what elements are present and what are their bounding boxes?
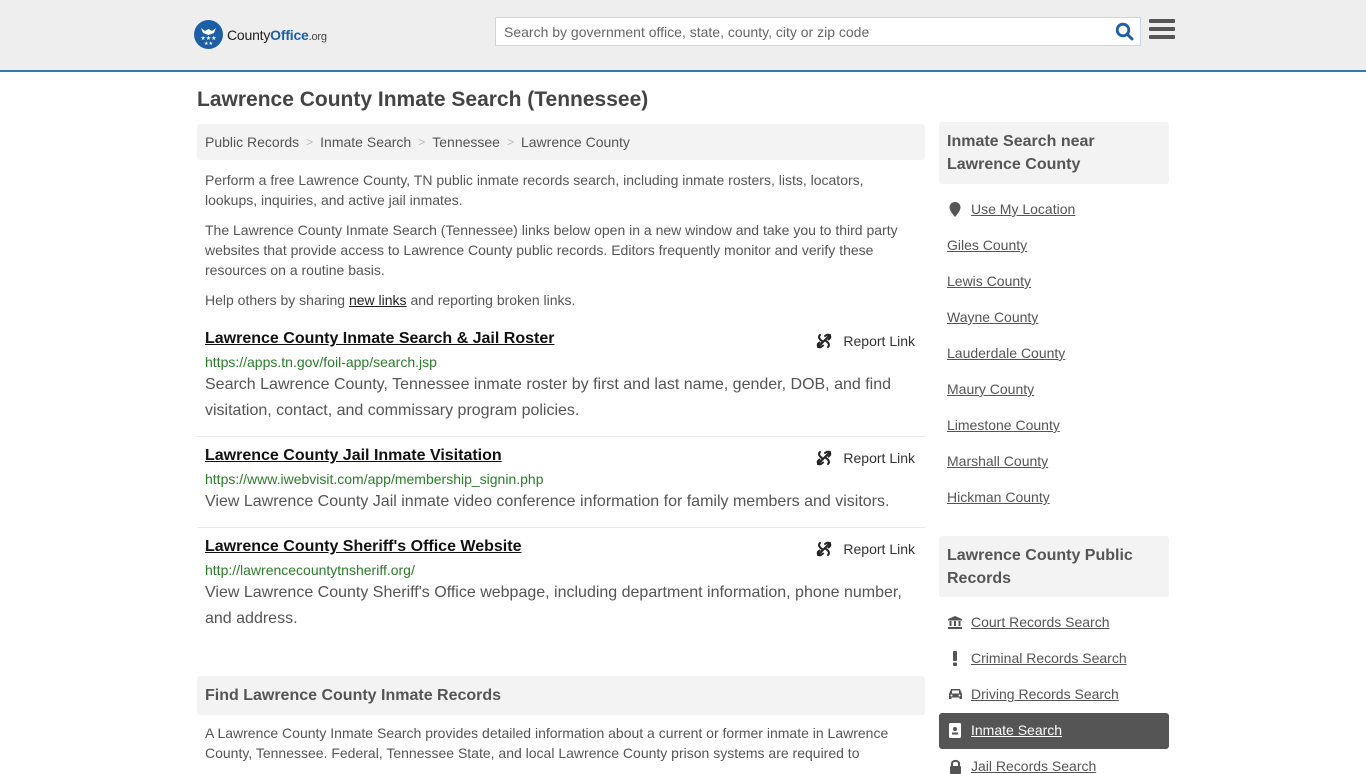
- sidebar-item-inmate-search[interactable]: Inmate Search: [947, 722, 1062, 738]
- map-pin-icon: [947, 201, 963, 217]
- result-item: Lawrence County Inmate Search & Jail Ros…: [197, 330, 925, 437]
- id-badge-icon: [947, 722, 963, 738]
- breadcrumb-separator: >: [306, 135, 314, 149]
- result-url: https://www.iwebvisit.com/app/membership…: [205, 471, 544, 487]
- result-title-link[interactable]: Lawrence County Inmate Search & Jail Ros…: [205, 330, 554, 348]
- sidebar-item-driving-records[interactable]: Driving Records Search: [947, 686, 1119, 702]
- exclamation-icon: [947, 650, 963, 666]
- result-item: Lawrence County Jail Inmate Visitation R…: [197, 447, 925, 528]
- nearby-heading: Inmate Search near Lawrence County: [939, 122, 1169, 184]
- nearby-county-link[interactable]: Lauderdale County: [947, 345, 1065, 361]
- report-link-button[interactable]: Report Link: [816, 541, 915, 557]
- site-header: ★★★ ★★ CountyOffice.org: [0, 0, 1366, 72]
- nearby-county-link[interactable]: Wayne County: [947, 309, 1038, 325]
- intro-paragraph: Perform a free Lawrence County, TN publi…: [205, 172, 864, 208]
- site-logo[interactable]: ★★★ ★★ CountyOffice.org: [194, 20, 327, 49]
- breadcrumb-public-records[interactable]: Public Records: [205, 134, 299, 150]
- breadcrumb-lawrence-county[interactable]: Lawrence County: [521, 134, 630, 150]
- new-links-link[interactable]: new links: [349, 292, 407, 308]
- public-records-heading: Lawrence County Public Records: [939, 536, 1169, 597]
- car-icon: [947, 688, 963, 700]
- sidebar-item-criminal-records[interactable]: Criminal Records Search: [947, 650, 1127, 666]
- broken-link-icon: [817, 541, 832, 557]
- broken-link-icon: [817, 450, 832, 466]
- nearby-county-link[interactable]: Marshall County: [947, 453, 1048, 469]
- result-url: http://lawrencecountytnsheriff.org/: [205, 562, 415, 578]
- result-description: Search Lawrence County, Tennessee inmate…: [205, 376, 892, 419]
- search-icon: [1115, 22, 1133, 41]
- breadcrumb-separator: >: [418, 135, 426, 149]
- use-my-location-link[interactable]: Use My Location: [947, 201, 1075, 217]
- intro-text: Perform a free Lawrence County, TN publi…: [205, 170, 917, 320]
- broken-link-icon: [817, 333, 832, 349]
- find-records-text: A Lawrence County Inmate Search provides…: [205, 725, 889, 761]
- nearby-county-link[interactable]: Limestone County: [947, 417, 1060, 433]
- sidebar-item-court-records[interactable]: Court Records Search: [947, 614, 1110, 630]
- courthouse-icon: [947, 615, 963, 629]
- page-title: Lawrence County Inmate Search (Tennessee…: [197, 88, 649, 111]
- breadcrumb: Public Records > Inmate Search > Tenness…: [197, 124, 925, 160]
- search-input[interactable]: [496, 18, 1108, 45]
- result-description: View Lawrence County Jail inmate video c…: [205, 493, 890, 510]
- report-link-button[interactable]: Report Link: [816, 333, 915, 349]
- breadcrumb-tennessee[interactable]: Tennessee: [432, 134, 500, 150]
- site-search: [495, 17, 1141, 46]
- search-button[interactable]: [1108, 18, 1140, 45]
- sidebar-item-jail-records[interactable]: Jail Records Search: [947, 758, 1096, 774]
- nearby-county-link[interactable]: Lewis County: [947, 273, 1031, 289]
- nearby-county-link[interactable]: Maury County: [947, 381, 1034, 397]
- nearby-county-link[interactable]: Giles County: [947, 237, 1027, 253]
- result-title-link[interactable]: Lawrence County Jail Inmate Visitation: [205, 447, 502, 465]
- result-title-link[interactable]: Lawrence County Sheriff's Office Website: [205, 538, 521, 556]
- breadcrumb-separator: >: [506, 135, 514, 149]
- hamburger-menu-icon[interactable]: [1149, 19, 1175, 43]
- svg-text:★★: ★★: [204, 41, 213, 47]
- disclaimer-paragraph: The Lawrence County Inmate Search (Tenne…: [205, 222, 898, 278]
- report-link-button[interactable]: Report Link: [816, 450, 915, 466]
- result-description: View Lawrence County Sheriff's Office we…: [205, 584, 902, 627]
- result-url: https://apps.tn.gov/foil-app/search.jsp: [205, 354, 437, 370]
- result-item: Lawrence County Sheriff's Office Website…: [197, 538, 925, 638]
- logo-text: CountyOffice.org: [227, 26, 327, 43]
- breadcrumb-inmate-search[interactable]: Inmate Search: [320, 134, 411, 150]
- lock-icon: [947, 759, 963, 774]
- nearby-county-link[interactable]: Hickman County: [947, 489, 1050, 505]
- eagle-stars-logo-icon: ★★★ ★★: [194, 20, 223, 49]
- find-records-heading: Find Lawrence County Inmate Records: [197, 676, 925, 715]
- help-paragraph: Help others by sharing new links and rep…: [205, 292, 576, 308]
